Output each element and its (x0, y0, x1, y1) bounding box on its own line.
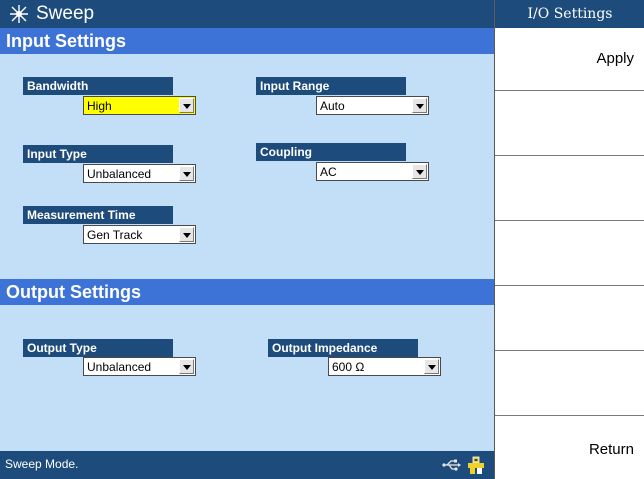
input-type-select[interactable]: Unbalanced (83, 164, 196, 183)
usb-icon (442, 459, 461, 471)
softkey-menu-title: I/O Settings (495, 0, 644, 28)
input-settings-header: Input Settings (0, 28, 494, 54)
measurement-time-value: Gen Track (87, 228, 143, 242)
output-impedance-value: 600 Ω (332, 360, 365, 374)
output-settings-header: Output Settings (0, 279, 494, 305)
input-range-value: Auto (320, 99, 345, 113)
output-type-value: Unbalanced (87, 360, 152, 374)
input-type-value: Unbalanced (87, 167, 152, 181)
apply-softkey[interactable]: Apply (495, 28, 644, 90)
apply-softkey-label: Apply (596, 50, 634, 67)
dropdown-arrow-icon[interactable] (424, 359, 439, 374)
output-type-select[interactable]: Unbalanced (83, 357, 196, 376)
softkey-4[interactable] (495, 220, 644, 285)
dropdown-arrow-icon[interactable] (179, 98, 194, 113)
input-range-label: Input Range (256, 77, 406, 95)
dropdown-arrow-icon[interactable] (179, 359, 194, 374)
title-bar: Sweep (0, 0, 494, 28)
sweep-icon (10, 5, 28, 23)
window-title: Sweep (36, 3, 95, 24)
coupling-label: Coupling (256, 143, 406, 161)
bandwidth-select[interactable]: High (83, 96, 196, 115)
input-range-select[interactable]: Auto (316, 96, 429, 115)
bandwidth-label: Bandwidth (23, 77, 173, 95)
input-type-label: Input Type (23, 145, 173, 163)
return-softkey-label: Return (588, 441, 634, 458)
dropdown-arrow-icon[interactable] (412, 164, 427, 179)
dropdown-arrow-icon[interactable] (179, 166, 194, 181)
measurement-time-label: Measurement Time (23, 206, 173, 224)
status-text: Sweep Mode. (5, 457, 79, 471)
dropdown-arrow-icon[interactable] (179, 227, 194, 242)
measurement-time-select[interactable]: Gen Track (83, 225, 196, 244)
softkey-5[interactable] (495, 285, 644, 350)
main-panel: Input Settings Bandwidth High Input Rang… (0, 28, 494, 451)
output-impedance-label: Output Impedance (268, 339, 418, 357)
softkey-6[interactable] (495, 350, 644, 415)
system-icon (468, 456, 484, 474)
dropdown-arrow-icon[interactable] (412, 98, 427, 113)
output-type-label: Output Type (23, 339, 173, 357)
softkey-2[interactable] (495, 90, 644, 155)
output-impedance-select[interactable]: 600 Ω (328, 357, 441, 376)
status-bar: Sweep Mode. (0, 451, 494, 479)
coupling-value: AC (320, 165, 337, 179)
bandwidth-value: High (87, 99, 112, 113)
coupling-select[interactable]: AC (316, 162, 429, 181)
softkey-panel: I/O Settings Apply Return (494, 0, 644, 479)
softkey-3[interactable] (495, 155, 644, 220)
return-softkey[interactable]: Return (495, 415, 644, 479)
